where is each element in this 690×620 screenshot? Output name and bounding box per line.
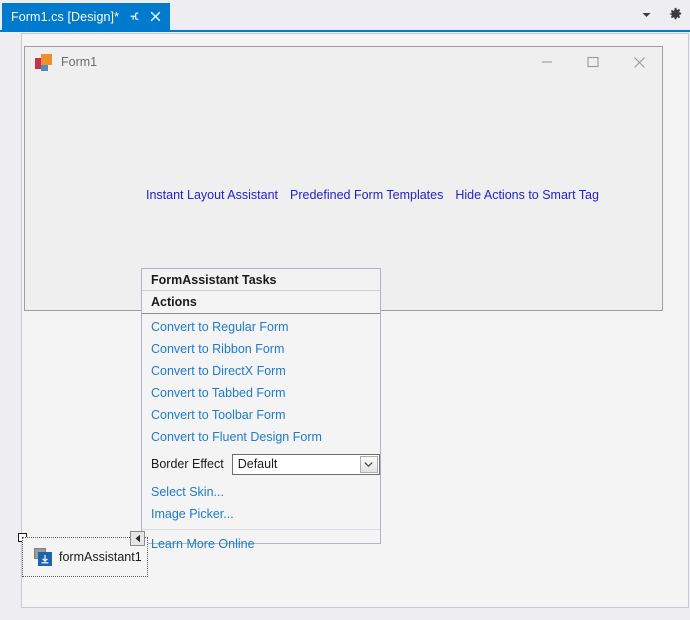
tab-form1-design[interactable]: Form1.cs [Design]* (2, 3, 171, 30)
action-image-picker[interactable]: Image Picker... (142, 503, 380, 525)
action-convert-to-ribbon-form[interactable]: Convert to Ribbon Form (142, 338, 380, 360)
close-icon[interactable] (616, 47, 662, 77)
tab-strip: Form1.cs [Design]* (0, 0, 690, 32)
form-designer-icon (35, 53, 52, 71)
border-effect-row: Border Effect Default (142, 451, 380, 477)
minimize-icon[interactable] (524, 47, 570, 77)
tab-label: Form1.cs [Design]* (11, 9, 120, 24)
border-effect-label: Border Effect (151, 457, 224, 471)
form-assistant-component-icon (34, 548, 52, 566)
chevron-down-icon[interactable] (638, 6, 655, 23)
tab-strip-controls (638, 6, 684, 23)
link-hide-actions-to-smart-tag[interactable]: Hide Actions to Smart Tag (455, 188, 599, 202)
link-predefined-form-templates[interactable]: Predefined Form Templates (290, 188, 443, 202)
form1-title: Form1 (61, 55, 98, 69)
form-assistant-tasks-panel: FormAssistant Tasks Actions Convert to R… (141, 268, 381, 551)
window-controls (524, 47, 662, 77)
gear-icon[interactable] (667, 6, 684, 23)
pin-icon[interactable] (126, 9, 142, 25)
border-effect-combobox[interactable]: Default (231, 453, 380, 475)
close-icon[interactable] (147, 9, 163, 25)
border-effect-value: Default (237, 457, 278, 471)
tab-active-underline (0, 30, 690, 32)
action-convert-to-fluent-design-form[interactable]: Convert to Fluent Design Form (142, 426, 380, 448)
tasks-panel-body: Actions Convert to Regular Form Convert … (142, 291, 380, 551)
collapse-left-icon[interactable] (130, 531, 145, 546)
tray-item-label: formAssistant1 (59, 550, 142, 564)
designer-window: Form1.cs [Design]* Form1 Instant Layout … (0, 0, 690, 620)
tray-item-form-assistant[interactable]: formAssistant1 (23, 548, 142, 566)
tasks-panel-header: FormAssistant Tasks (142, 269, 380, 291)
action-convert-to-directx-form[interactable]: Convert to DirectX Form (142, 360, 380, 382)
tasks-panel-divider (142, 529, 380, 530)
action-select-skin[interactable]: Select Skin... (142, 481, 380, 503)
chevron-down-icon[interactable] (359, 455, 378, 473)
action-learn-more-online[interactable]: Learn More Online (142, 533, 380, 555)
maximize-icon[interactable] (570, 47, 616, 77)
action-convert-to-toolbar-form[interactable]: Convert to Toolbar Form (142, 404, 380, 426)
action-convert-to-tabbed-form[interactable]: Convert to Tabbed Form (142, 382, 380, 404)
form1-titlebar[interactable]: Form1 (25, 47, 662, 77)
link-instant-layout-assistant[interactable]: Instant Layout Assistant (146, 188, 278, 202)
smart-tag-links: Instant Layout Assistant Predefined Form… (146, 188, 599, 202)
action-convert-to-regular-form[interactable]: Convert to Regular Form (142, 316, 380, 338)
tasks-panel-subheader: Actions (142, 291, 380, 314)
